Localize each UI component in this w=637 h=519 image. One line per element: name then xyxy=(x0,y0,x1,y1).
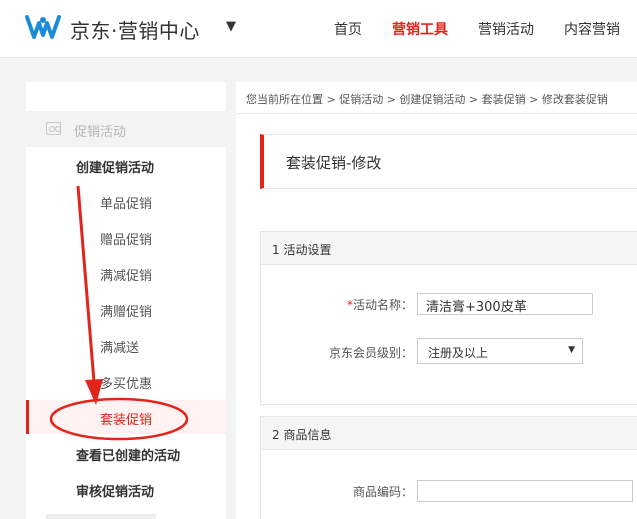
divider xyxy=(236,113,637,114)
nav-marketing-activities[interactable]: 营销活动 xyxy=(478,19,534,39)
sidebar-category[interactable]: 促销活动 xyxy=(26,111,226,147)
breadcrumb: 您当前所在位置 > 促销活动 > 创建促销活动 > 套装促销 > 修改套装促销 xyxy=(246,93,608,106)
product-code-label: 商品编码： xyxy=(352,485,413,499)
section-title: 2 商品信息 xyxy=(261,417,637,450)
sidebar-next-category[interactable] xyxy=(46,514,156,519)
top-header: 京东·营销中心 ▼ 首页 营销工具 营销活动 内容营销 xyxy=(0,0,637,58)
sidebar-item-gift[interactable]: 赠品促销 xyxy=(100,229,152,248)
activity-settings-section: 1 活动设置 *活动名称： 清洁膏+300皮革 京东会员级别： 注册及以上 ▼ xyxy=(260,231,637,405)
sidebar-group-view[interactable]: 查看已创建的活动 xyxy=(76,445,180,464)
chevron-down-icon[interactable]: ▼ xyxy=(226,19,236,34)
sidebar-item-single[interactable]: 单品促销 xyxy=(100,193,152,212)
member-level-label: 京东会员级别： xyxy=(328,346,413,360)
left-sidebar: 促销活动 创建促销活动 单品促销 赠品促销 满减促销 满赠促销 满减送 多买优惠… xyxy=(26,82,226,519)
nav-home[interactable]: 首页 xyxy=(334,19,362,39)
page-title-box: 套装促销-修改 xyxy=(260,134,637,189)
sidebar-category-label: 促销活动 xyxy=(74,125,127,140)
sidebar-group-review[interactable]: 审核促销活动 xyxy=(76,481,154,500)
nav-marketing-tools[interactable]: 营销工具 xyxy=(392,19,448,39)
activity-name-input[interactable]: 清洁膏+300皮革 xyxy=(417,293,593,315)
product-info-section: 2 商品信息 商品编码： xyxy=(260,416,637,519)
sidebar-group-create[interactable]: 创建促销活动 xyxy=(76,157,154,176)
sidebar-item-full-gift[interactable]: 满赠促销 xyxy=(100,301,152,320)
member-level-value: 注册及以上 xyxy=(428,346,489,360)
nav-content-marketing[interactable]: 内容营销 xyxy=(564,19,620,39)
product-code-input[interactable] xyxy=(417,480,633,502)
sidebar-item-multi-buy[interactable]: 多买优惠 xyxy=(100,373,152,392)
chevron-down-icon: ▼ xyxy=(568,345,575,355)
main-content: 您当前所在位置 > 促销活动 > 创建促销活动 > 套装促销 > 修改套装促销 … xyxy=(236,82,637,519)
section-title: 1 活动设置 xyxy=(261,232,637,265)
promotion-icon xyxy=(46,122,61,135)
brand-title[interactable]: 京东·营销中心 xyxy=(70,15,200,44)
sidebar-item-full-reduction[interactable]: 满减促销 xyxy=(100,265,152,284)
sidebar-item-bundle[interactable]: 套装促销 xyxy=(100,409,152,428)
page-title: 套装促销-修改 xyxy=(286,154,382,172)
sidebar-item-reduction-gift[interactable]: 满减送 xyxy=(100,337,139,356)
member-level-select[interactable]: 注册及以上 ▼ xyxy=(417,338,583,364)
jd-logo-icon[interactable] xyxy=(24,11,62,43)
activity-name-label: *活动名称： xyxy=(346,298,413,312)
